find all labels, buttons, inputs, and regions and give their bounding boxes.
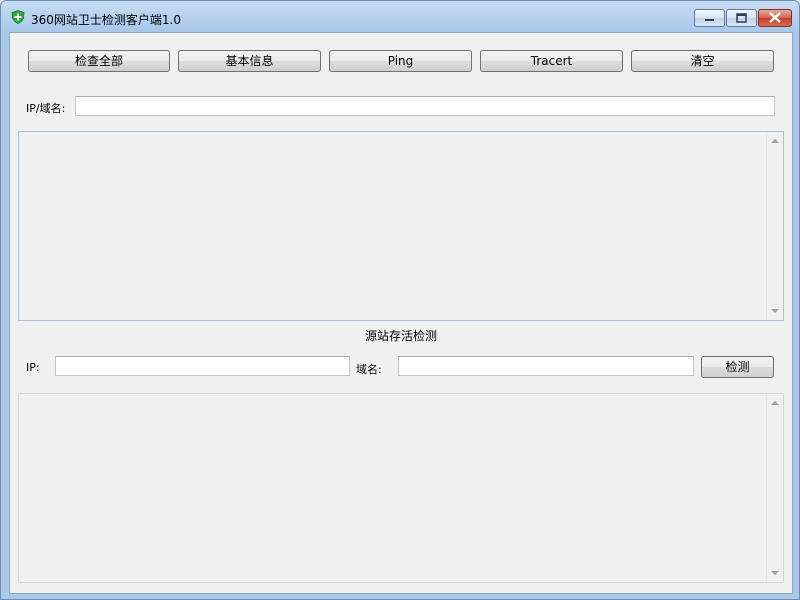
scroll-down-arrow-icon[interactable] — [771, 571, 779, 575]
result-scrollbar[interactable] — [766, 132, 783, 320]
maximize-button[interactable] — [726, 9, 757, 27]
domain-label: 域名: — [356, 363, 382, 376]
close-button[interactable] — [758, 9, 792, 27]
scroll-up-arrow-icon[interactable] — [771, 139, 779, 143]
result-output-panel[interactable] — [18, 131, 784, 321]
scroll-up-arrow-icon[interactable] — [771, 401, 779, 405]
ping-button[interactable]: Ping — [329, 50, 472, 72]
tracert-button[interactable]: Tracert — [480, 50, 623, 72]
maximize-icon — [736, 13, 747, 23]
origin-domain-input[interactable] — [398, 356, 694, 376]
shield-icon — [11, 10, 25, 24]
minimize-button[interactable] — [694, 9, 725, 27]
detect-button[interactable]: 检测 — [701, 356, 774, 378]
ip-domain-input[interactable] — [75, 96, 775, 116]
scroll-down-arrow-icon[interactable] — [771, 309, 779, 313]
minimize-icon — [705, 19, 714, 21]
origin-check-title: 源站存活检测 — [364, 329, 437, 343]
ip-domain-label: IP/域名: — [26, 102, 66, 115]
basic-info-button[interactable]: 基本信息 — [178, 50, 321, 72]
origin-scrollbar[interactable] — [766, 394, 783, 582]
window-title: 360网站卫士检测客户端1.0 — [31, 13, 181, 27]
app-window: 360网站卫士检测客户端1.0 检查全部 基本信息 Ping Tracert 清… — [0, 0, 800, 600]
origin-output-panel[interactable] — [18, 393, 784, 583]
origin-ip-input[interactable] — [55, 356, 350, 376]
client-area: 检查全部 基本信息 Ping Tracert 清空 IP/域名: 源站存活检测 … — [9, 32, 793, 594]
clear-button[interactable]: 清空 — [631, 50, 774, 72]
close-icon — [769, 12, 781, 23]
ip-label: IP: — [26, 361, 40, 374]
check-all-button[interactable]: 检查全部 — [28, 50, 170, 72]
title-bar[interactable]: 360网站卫士检测客户端1.0 — [1, 1, 799, 31]
